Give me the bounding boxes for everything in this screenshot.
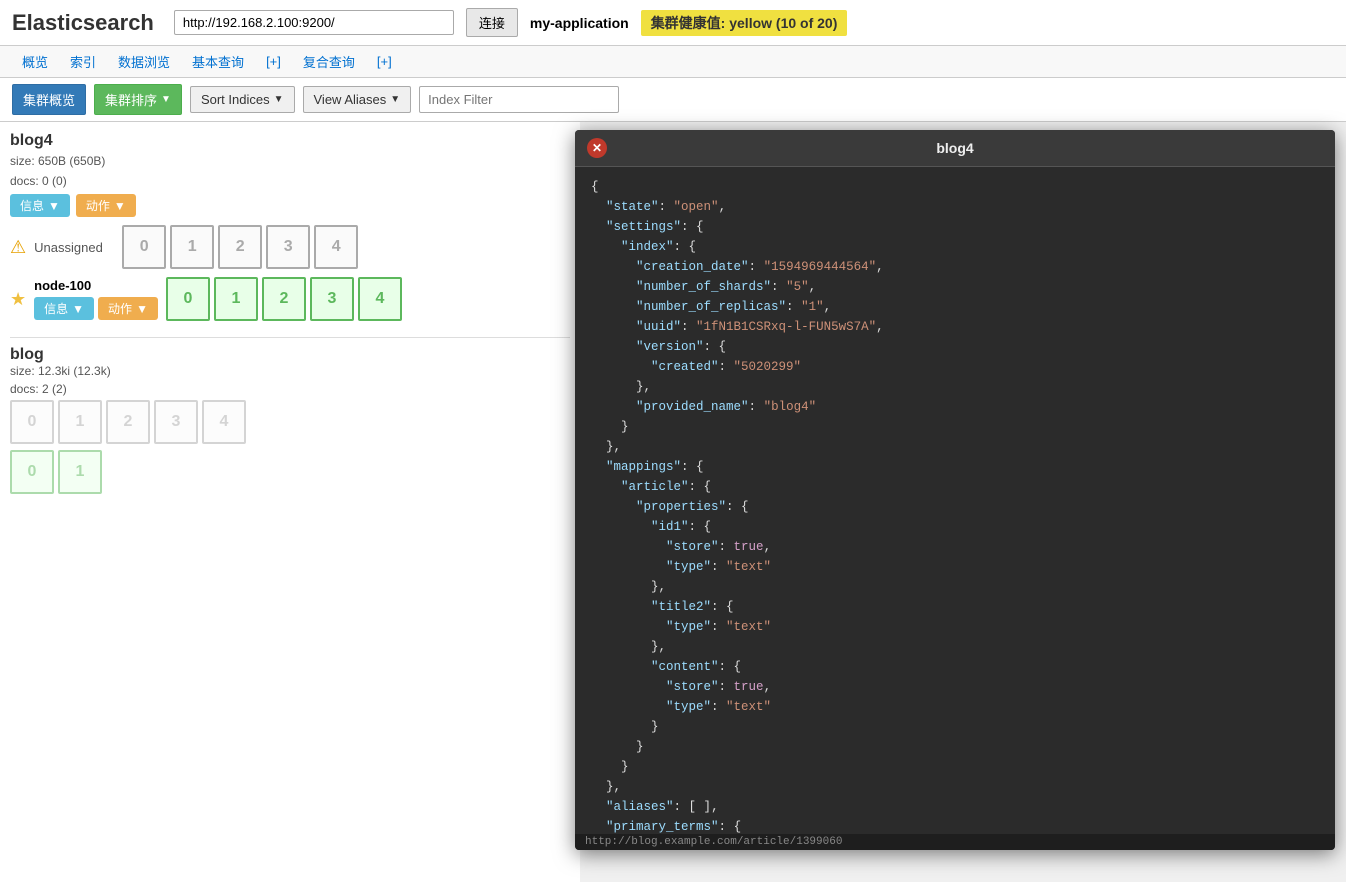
- left-panel: blog4 size: 650B (650B) docs: 0 (0) 信息 ▼…: [0, 122, 580, 882]
- unassigned-label: Unassigned: [34, 240, 114, 255]
- json-modal: ✕ blog4 { "state": "open", "settings": {…: [575, 130, 1335, 850]
- app-name: my-application: [530, 15, 629, 31]
- blog-shard-3: 3: [154, 400, 198, 444]
- blog-docs: docs: 2 (2): [10, 382, 570, 396]
- sort-indices-button[interactable]: 集群排序 ▼: [94, 84, 182, 115]
- sort-indices-label: 集群排序: [105, 90, 157, 109]
- toolbar: 集群概览 集群排序 ▼ Sort Indices ▼ View Aliases …: [0, 78, 1346, 122]
- main-content: blog4 size: 650B (650B) docs: 0 (0) 信息 ▼…: [0, 122, 1346, 882]
- blog4-action-label: 动作: [86, 197, 110, 214]
- blog-primary-0: 0: [10, 450, 54, 494]
- sort-dropdown-arrow-icon: ▼: [274, 94, 284, 105]
- index-filter-input[interactable]: [419, 86, 619, 113]
- modal-close-button[interactable]: ✕: [587, 138, 607, 158]
- blog4-actions: 信息 ▼ 动作 ▼: [10, 194, 570, 217]
- nav-basic-query-plus[interactable]: [+]: [256, 48, 291, 75]
- shard-box-3: 3: [266, 225, 310, 269]
- cluster-overview-button[interactable]: 集群概览: [12, 84, 86, 115]
- node-100-info-button[interactable]: 信息 ▼: [34, 297, 94, 320]
- nav-index[interactable]: 索引: [60, 46, 106, 77]
- modal-body[interactable]: { "state": "open", "settings": { "index"…: [575, 167, 1335, 834]
- blog4-action-button[interactable]: 动作 ▼: [76, 194, 136, 217]
- blog4-info-arrow-icon: ▼: [48, 199, 60, 213]
- connect-button[interactable]: 连接: [466, 8, 518, 37]
- nav-overview[interactable]: 概览: [12, 46, 58, 77]
- shard-primary-4: 4: [358, 277, 402, 321]
- blog-shard-2: 2: [106, 400, 150, 444]
- blog-shard-0: 0: [10, 400, 54, 444]
- unassigned-shards: 0 1 2 3 4: [122, 225, 358, 269]
- view-aliases-label: View Aliases: [314, 92, 387, 107]
- sort-indices-dropdown-label: Sort Indices: [201, 92, 270, 107]
- app-title: Elasticsearch: [12, 10, 154, 36]
- nav-basic-query[interactable]: 基本查询: [182, 46, 254, 77]
- node-100-shards: 0 1 2 3 4: [166, 277, 402, 321]
- blog-primary-shards-partial: 0 1: [10, 450, 570, 494]
- blog4-info-button[interactable]: 信息 ▼: [10, 194, 70, 217]
- modal-title: blog4: [936, 140, 973, 156]
- blog4-docs: docs: 0 (0): [10, 174, 570, 188]
- node-100-info-label: 信息: [44, 300, 68, 317]
- shard-primary-3: 3: [310, 277, 354, 321]
- shard-box-0: 0: [122, 225, 166, 269]
- blog-shard-4: 4: [202, 400, 246, 444]
- blog4-index-block: blog4 size: 650B (650B) docs: 0 (0) 信息 ▼…: [10, 132, 570, 321]
- node-100-action-label: 动作: [108, 300, 132, 317]
- node-100-name: node-100: [34, 278, 158, 293]
- shard-box-4: 4: [314, 225, 358, 269]
- section-divider: [10, 337, 570, 338]
- blog-index-name: blog: [10, 346, 570, 364]
- blog-size: size: 12.3ki (12.3k): [10, 364, 570, 378]
- sort-indices-dropdown-button[interactable]: Sort Indices ▼: [190, 86, 295, 113]
- blog-shards-partial: 0 1 2 3 4: [10, 400, 570, 444]
- node-100-row: ★ node-100 信息 ▼ 动作 ▼ 0: [10, 277, 570, 321]
- header: Elasticsearch 连接 my-application 集群健康值: y…: [0, 0, 1346, 46]
- view-aliases-arrow-icon: ▼: [390, 94, 400, 105]
- warning-icon: ⚠: [10, 237, 26, 258]
- sort-indices-arrow-icon: ▼: [161, 94, 171, 105]
- shard-primary-0: 0: [166, 277, 210, 321]
- star-icon: ★: [10, 289, 26, 310]
- blog4-info-label: 信息: [20, 197, 44, 214]
- navbar: 概览 索引 数据浏览 基本查询 [+] 复合查询 [+]: [0, 46, 1346, 78]
- blog-shard-1: 1: [58, 400, 102, 444]
- modal-header: ✕ blog4: [575, 130, 1335, 167]
- node-100-info-arrow: ▼: [72, 302, 84, 316]
- blog4-action-arrow-icon: ▼: [114, 199, 126, 213]
- blog-primary-1: 1: [58, 450, 102, 494]
- cluster-health-badge: 集群健康值: yellow (10 of 20): [641, 10, 848, 36]
- node-100-action-button[interactable]: 动作 ▼: [98, 297, 158, 320]
- shard-primary-2: 2: [262, 277, 306, 321]
- shard-box-1: 1: [170, 225, 214, 269]
- view-aliases-button[interactable]: View Aliases ▼: [303, 86, 412, 113]
- blog-index-block: blog size: 12.3ki (12.3k) docs: 2 (2) 0 …: [10, 346, 570, 494]
- nav-complex-query-plus[interactable]: [+]: [367, 48, 402, 75]
- modal-statusbar: http://blog.example.com/article/1399060: [575, 834, 1335, 850]
- shard-primary-1: 1: [214, 277, 258, 321]
- blog4-index-name: blog4: [10, 132, 570, 150]
- node-100-action-arrow: ▼: [136, 302, 148, 316]
- shard-box-2: 2: [218, 225, 262, 269]
- url-input[interactable]: [174, 10, 454, 35]
- nav-complex-query[interactable]: 复合查询: [293, 46, 365, 77]
- nav-data-browser[interactable]: 数据浏览: [108, 46, 180, 77]
- unassigned-row: ⚠ Unassigned 0 1 2 3 4: [10, 225, 570, 269]
- blog4-size: size: 650B (650B): [10, 154, 570, 168]
